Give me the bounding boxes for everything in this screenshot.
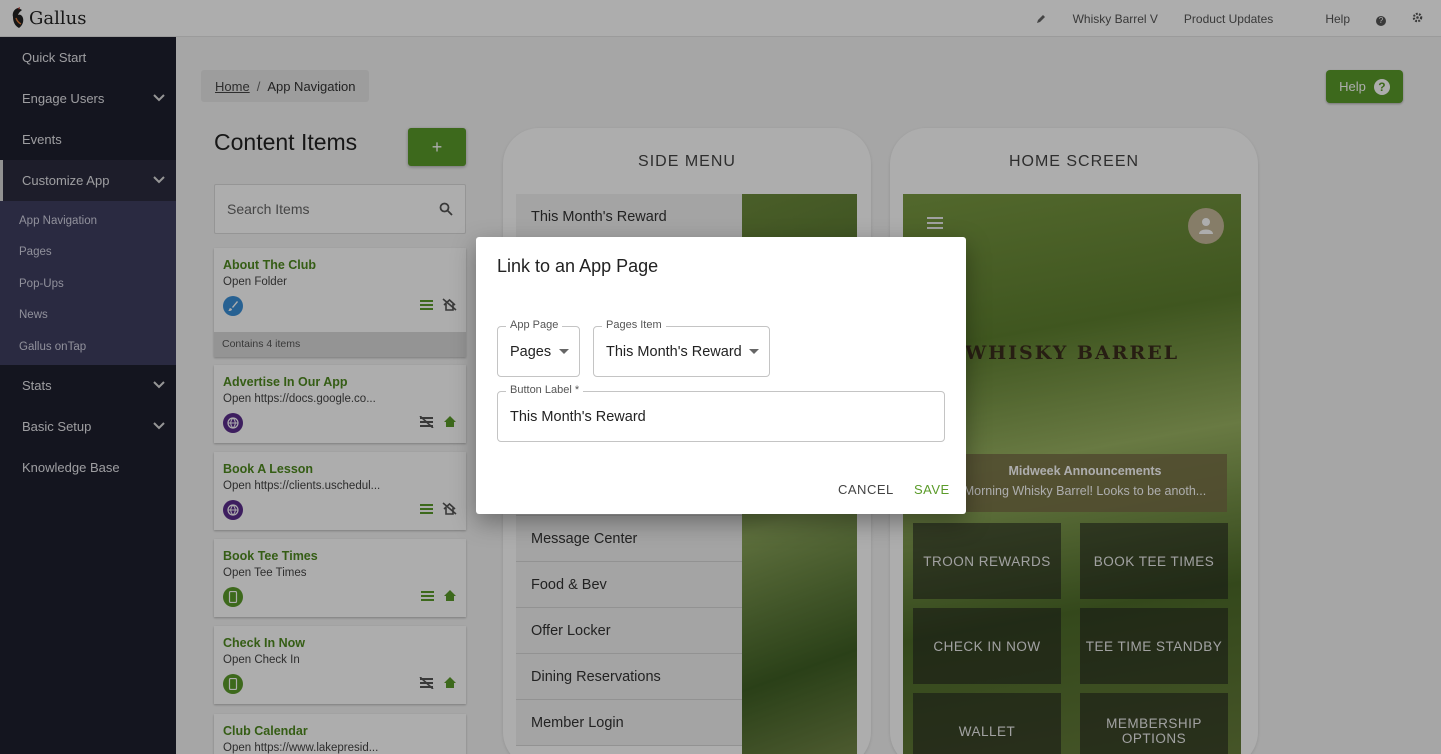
button-label-input[interactable] bbox=[498, 392, 944, 441]
app-page-label: App Page bbox=[506, 319, 563, 331]
link-app-page-dialog: Link to an App Page App Page Pages Pages… bbox=[476, 237, 966, 514]
button-label-label: Button Label * bbox=[506, 384, 584, 396]
pages-item-value: This Month's Reward bbox=[606, 344, 742, 360]
pages-item-select[interactable]: Pages Item This Month's Reward bbox=[593, 319, 770, 377]
pages-item-label: Pages Item bbox=[602, 319, 666, 331]
app-page-select[interactable]: App Page Pages bbox=[497, 319, 580, 377]
save-button[interactable]: SAVE bbox=[914, 482, 950, 497]
dropdown-arrow-icon bbox=[559, 349, 569, 354]
cancel-button[interactable]: CANCEL bbox=[838, 482, 894, 497]
app-root: Gallus Whisky Barrel V Product Updates H… bbox=[0, 0, 1441, 754]
app-page-value: Pages bbox=[510, 344, 552, 360]
button-label-field: Button Label * bbox=[497, 384, 945, 442]
dialog-title: Link to an App Page bbox=[497, 256, 659, 276]
dropdown-arrow-icon bbox=[749, 349, 759, 354]
